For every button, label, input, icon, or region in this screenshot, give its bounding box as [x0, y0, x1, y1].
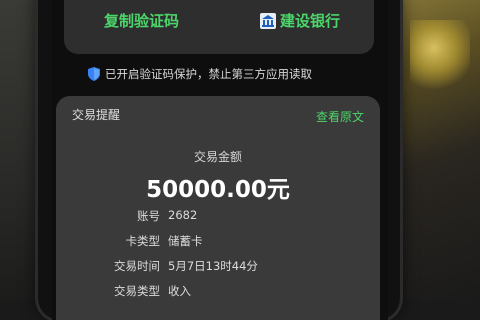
bank-name: 建设银行: [280, 12, 341, 30]
detail-key: 卡类型: [125, 234, 161, 248]
amount-label: 交易金额: [193, 150, 242, 164]
detail-value: 收入: [168, 284, 191, 298]
copy-code-button[interactable]: 复制验证码: [104, 10, 179, 31]
view-original-link[interactable]: 查看原文: [316, 108, 364, 125]
transaction-title: 交易提醒: [72, 108, 121, 122]
shield-icon: [88, 67, 100, 81]
detail-value: 2682: [168, 208, 198, 222]
phone: 复制验证码 建设银行 已开启验证码保护，禁止第三方应用读取 交易提醒 查看原文 …: [38, 0, 400, 320]
bank-icon: [260, 12, 276, 29]
transaction-card: 交易提醒 查看原文 交易金额 50000.00元 账号 2682 卡类型 储蓄卡…: [56, 96, 380, 320]
detail-key: 交易时间: [114, 259, 160, 273]
detail-key: 交易类型: [114, 284, 160, 298]
protection-notice: 已开启验证码保护，禁止第三方应用读取: [88, 66, 312, 82]
phone-screen: 复制验证码 建设银行 已开启验证码保护，禁止第三方应用读取 交易提醒 查看原文 …: [52, 0, 388, 320]
detail-value: 5月7日13时44分: [168, 259, 258, 273]
notice-text: 已开启验证码保护，禁止第三方应用读取: [105, 67, 312, 81]
amount-value: 50000.00元: [146, 177, 290, 203]
verification-card: 复制验证码 建设银行: [64, 0, 374, 54]
bank-button[interactable]: 建设银行: [260, 10, 340, 31]
detail-key: 账号: [137, 209, 160, 223]
detail-value: 储蓄卡: [168, 234, 203, 248]
